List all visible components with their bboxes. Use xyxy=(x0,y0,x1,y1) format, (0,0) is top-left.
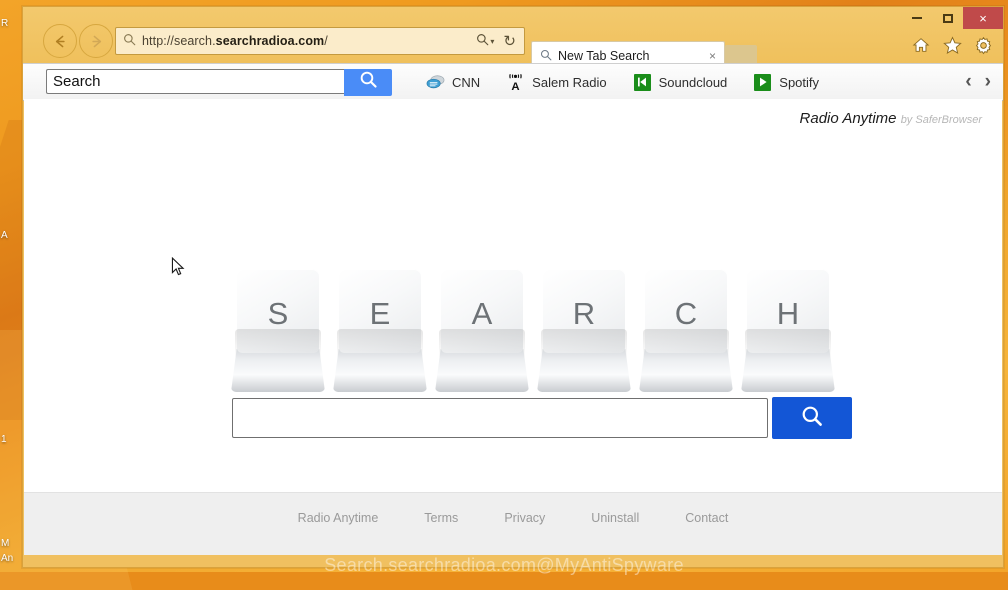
toolbar-search-input[interactable] xyxy=(46,68,344,94)
site-search-input[interactable] xyxy=(232,398,768,438)
toolbar-links: CNN A Salem Radio Soundcloud Spotify xyxy=(426,73,819,92)
forward-button[interactable] xyxy=(79,24,113,58)
favorites-star-icon[interactable] xyxy=(942,35,962,55)
site-search-button[interactable] xyxy=(772,397,852,439)
back-arrow-icon xyxy=(55,35,65,47)
desktop-icon-label: An xyxy=(1,553,14,564)
keycap-letter: E xyxy=(369,296,391,331)
chevron-left-icon[interactable]: ‹ xyxy=(965,71,971,93)
keycap: H xyxy=(741,269,839,394)
forward-arrow-icon xyxy=(91,35,101,47)
page-content: Radio Anytime by SaferBrowser S E A R C … xyxy=(24,99,1002,555)
address-search-icon xyxy=(123,33,136,49)
toolbar-link-label: Soundcloud xyxy=(658,74,728,90)
soundcloud-skip-back-icon xyxy=(633,73,652,92)
keycap: S xyxy=(231,269,329,394)
navigation-row: http://search.searchradioa.com/ ▾ ↻ New … xyxy=(23,21,1003,70)
toolbar-link-cnn[interactable]: CNN xyxy=(426,73,480,92)
footer-link-uninstall[interactable]: Uninstall xyxy=(591,511,639,525)
keycap: R xyxy=(537,269,635,394)
settings-gear-icon[interactable] xyxy=(973,35,993,55)
salem-radio-antenna-icon: A xyxy=(506,73,525,92)
svg-text:A: A xyxy=(512,81,520,92)
brand-name: Radio Anytime xyxy=(799,110,897,127)
chevron-down-icon[interactable]: ▾ xyxy=(490,37,499,46)
address-bar[interactable]: http://search.searchradioa.com/ ▾ ↻ xyxy=(115,27,525,55)
searchradioa-toolbar: CNN A Salem Radio xyxy=(23,63,1003,101)
toolbar-link-salem-radio[interactable]: A Salem Radio xyxy=(506,73,607,92)
back-button[interactable] xyxy=(43,24,77,58)
cnn-chat-bubbles-icon xyxy=(426,73,445,92)
keycap: E xyxy=(333,269,431,394)
keycap-letter: C xyxy=(674,296,698,331)
toolbar-link-label: CNN xyxy=(452,74,481,90)
refresh-icon[interactable]: ↻ xyxy=(499,32,524,50)
search-icon xyxy=(359,70,378,94)
site-branding: Radio Anytime by SaferBrowser xyxy=(800,110,982,127)
desktop-icon-label: A xyxy=(1,230,8,241)
brand-byline: by SaferBrowser xyxy=(900,114,982,126)
tab-close-icon[interactable]: × xyxy=(705,49,724,63)
desktop-icon-label: M xyxy=(1,538,10,549)
keycap-letter: R xyxy=(572,296,596,331)
home-icon[interactable] xyxy=(911,35,931,55)
tab-label: New Tab Search xyxy=(558,49,650,63)
keycap: A xyxy=(435,269,533,394)
chrome-icon-group xyxy=(911,35,993,55)
keycap-letter: H xyxy=(776,296,800,331)
browser-window: × http://search.searchradioa.com/ ▾ ↻ Ne… xyxy=(22,6,1004,568)
chevron-right-icon[interactable]: › xyxy=(985,71,991,93)
toolbar-link-label: Salem Radio xyxy=(532,74,607,90)
desktop-icon-label: R xyxy=(1,18,9,29)
keycap-letter: S xyxy=(267,296,289,331)
address-text: http://search.searchradioa.com/ xyxy=(142,34,472,48)
footer-link-terms[interactable]: Terms xyxy=(424,511,458,525)
site-search-group xyxy=(232,397,852,439)
toolbar-search-button[interactable] xyxy=(344,68,392,96)
keycap-letter: A xyxy=(471,296,493,331)
search-icon xyxy=(800,404,824,433)
footer-link-contact[interactable]: Contact xyxy=(685,511,728,525)
toolbar-link-spotify[interactable]: Spotify xyxy=(753,73,819,92)
footer-link-radio-anytime[interactable]: Radio Anytime xyxy=(298,511,379,525)
url-domain: searchradioa.com xyxy=(215,34,325,48)
toolbar-link-label: Spotify xyxy=(779,74,820,90)
spotify-play-icon xyxy=(753,73,772,92)
footer-link-privacy[interactable]: Privacy xyxy=(504,511,545,525)
toolbar-scroll-arrows: ‹ › xyxy=(965,71,991,93)
toolbar-link-soundcloud[interactable]: Soundcloud xyxy=(633,73,728,92)
url-prefix: http://search. xyxy=(142,34,216,48)
search-keycaps-graphic: S E A R C H xyxy=(231,269,846,394)
keycap: C xyxy=(639,269,737,394)
toolbar-search-group xyxy=(46,68,392,96)
desktop-icon-label: 1 xyxy=(1,434,7,445)
page-footer: Radio Anytime Terms Privacy Uninstall Co… xyxy=(24,492,1002,555)
footer-links: Radio Anytime Terms Privacy Uninstall Co… xyxy=(298,511,729,525)
url-suffix: / xyxy=(324,34,328,48)
mouse-cursor xyxy=(171,257,185,276)
tab-search-icon xyxy=(540,49,552,64)
